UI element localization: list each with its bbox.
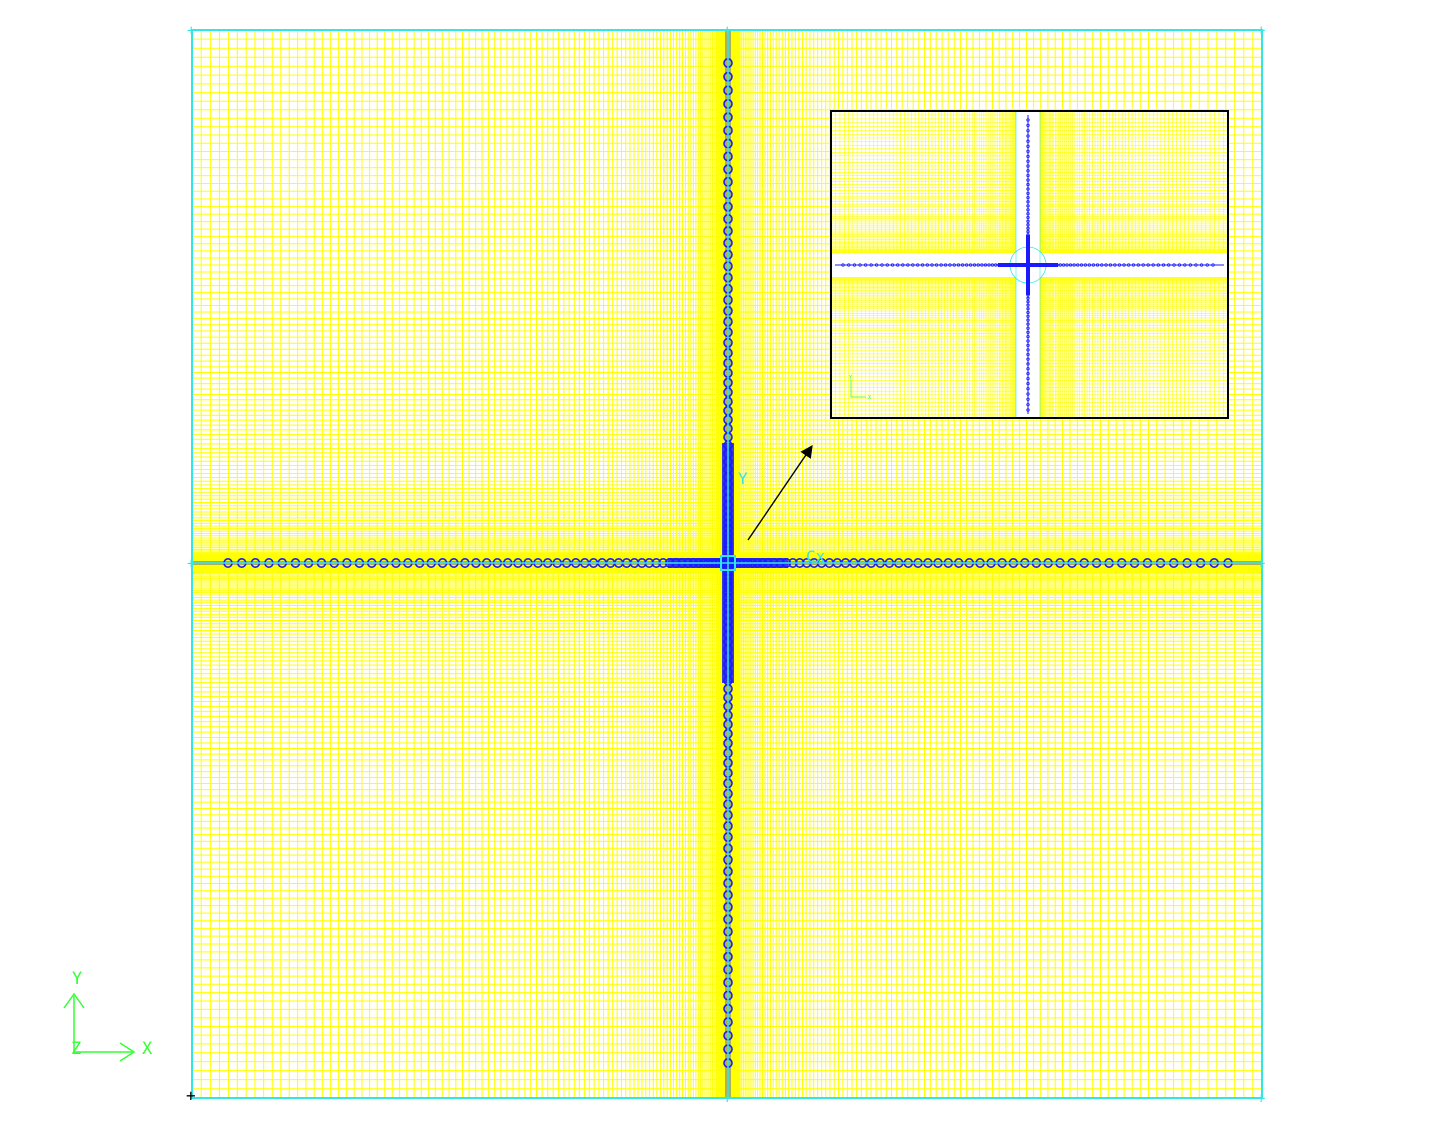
origin-marker: + [186,1086,196,1105]
axis-triad: Y Z X [63,969,153,1062]
inset-axis-x-label: X [868,395,871,401]
center-y-label: Y [738,469,748,488]
vertex-marker: + [1257,1091,1265,1107]
vertex-marker: + [1257,556,1265,572]
zoom-inset: Y X [830,110,1229,419]
vertex-marker: + [723,23,731,39]
vertex-marker: + [187,556,195,572]
axis-x-label: X [142,1039,153,1059]
vertex-marker: + [723,1091,731,1107]
center-x-label: Cx [806,547,826,566]
vertex-marker: + [187,23,195,39]
inset-marker-cluster [1026,235,1030,295]
inset-axis-y-label: Y [849,375,852,381]
axis-y-label: Y [72,969,82,989]
mesh-figure: + + + + + + + + Y Cx Y X Y Z X [63,23,1265,1107]
axis-z-label: Z [71,1039,81,1059]
vertex-marker: + [1257,23,1265,39]
